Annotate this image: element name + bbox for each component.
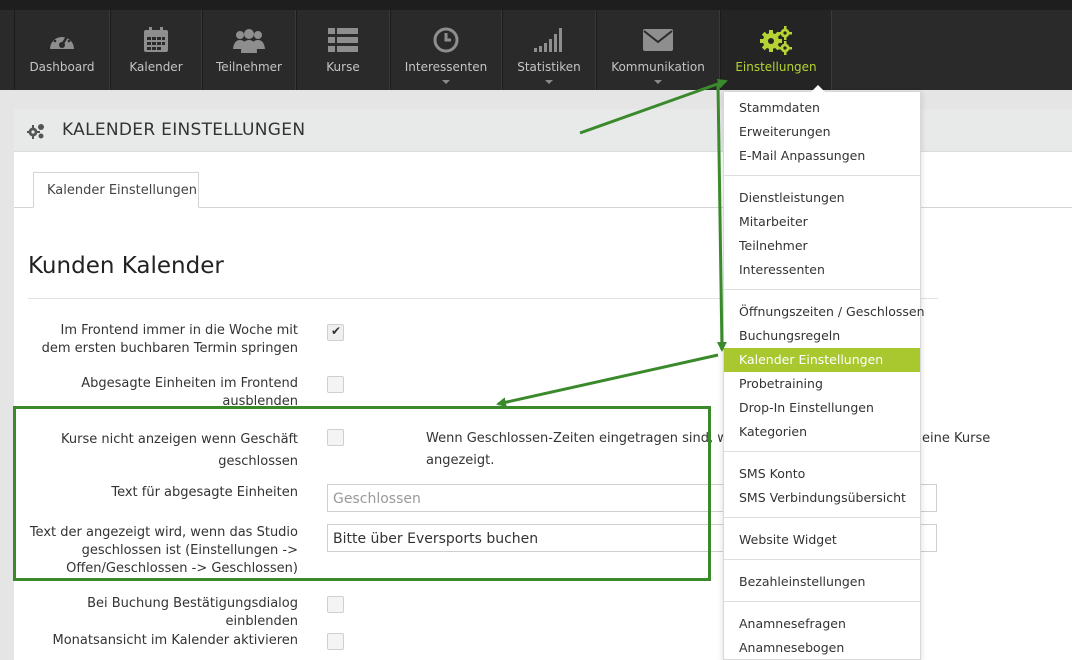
menu-divider (724, 517, 920, 518)
tab-divider (199, 207, 1072, 208)
signal-bars-icon (534, 26, 564, 54)
top-stripe (0, 0, 1072, 10)
envelope-icon (643, 26, 673, 54)
menu-divider (724, 289, 920, 290)
nav-label: Statistiken (517, 60, 581, 74)
users-icon (232, 26, 266, 54)
nav-label: Interessenten (404, 60, 488, 74)
nav-label: Teilnehmer (216, 60, 282, 74)
setting-label: Bei Buchung Bestätigungsdialog einblende… (87, 596, 298, 629)
menu-item-email-anpassungen[interactable]: E-Mail Anpassungen (724, 144, 920, 168)
menu-item-erweiterungen[interactable]: Erweiterungen (724, 120, 920, 144)
menu-item-sms-konto[interactable]: SMS Konto (724, 462, 920, 486)
page-title: KALENDER EINSTELLUNGEN (62, 120, 306, 140)
menu-item-buchungsregeln[interactable]: Buchungsregeln (724, 324, 920, 348)
menu-item-website-widget[interactable]: Website Widget (724, 528, 920, 552)
menu-divider (724, 451, 920, 452)
chevron-down-icon (442, 80, 450, 84)
nav-kurse[interactable]: Kurse (296, 10, 390, 90)
menu-caret (811, 85, 825, 92)
gears-icon (759, 26, 793, 55)
checkbox-hide-cancelled[interactable] (327, 376, 344, 393)
annotation-highlight-box (13, 406, 711, 581)
checkbox-month-view[interactable] (327, 633, 344, 650)
setting-label: Monatsansicht im Kalender aktivieren (52, 633, 298, 648)
checkbox-jump-first-week[interactable] (327, 324, 344, 341)
section-title: Kunden Kalender (28, 253, 224, 279)
nav-statistiken[interactable]: Statistiken (502, 10, 596, 90)
nav-kalender[interactable]: Kalender (110, 10, 202, 90)
list-icon (328, 26, 358, 54)
help-text-tail: eine Kurse (922, 431, 991, 446)
menu-item-anamnesefragen[interactable]: Anamnesefragen (724, 612, 920, 636)
gears-icon (26, 123, 45, 143)
menu-divider (724, 559, 920, 560)
chevron-down-icon (545, 80, 553, 84)
nav-interessenten[interactable]: Interessenten (390, 10, 502, 90)
nav-dashboard[interactable]: Dashboard (14, 10, 110, 90)
menu-item-sms-verbindungen[interactable]: SMS Verbindungsübersicht (724, 486, 920, 510)
nav-einstellungen[interactable]: Einstellungen (720, 10, 832, 90)
menu-divider (724, 175, 920, 176)
nav-label: Dashboard (29, 60, 95, 74)
menu-item-teilnehmer[interactable]: Teilnehmer (724, 234, 920, 258)
einstellungen-dropdown-menu: Stammdaten Erweiterungen E-Mail Anpassun… (723, 85, 925, 660)
dashboard-icon (47, 26, 77, 54)
menu-item-probetraining[interactable]: Probetraining (724, 372, 920, 396)
menu-item-stammdaten[interactable]: Stammdaten (724, 96, 920, 120)
menu-item-mitarbeiter[interactable]: Mitarbeiter (724, 210, 920, 234)
nav-label: Kommunikation (611, 60, 705, 74)
menu-item-kategorien[interactable]: Kategorien (724, 420, 920, 444)
nav-label: Einstellungen (735, 60, 817, 74)
menu-item-bezahleinstellungen[interactable]: Bezahleinstellungen (724, 570, 920, 594)
calendar-icon (142, 26, 170, 54)
clock-icon (433, 26, 459, 54)
nav-teilnehmer[interactable]: Teilnehmer (202, 10, 296, 90)
menu-item-anamnesebogen[interactable]: Anamnesebogen (724, 636, 920, 660)
menu-item-drop-in[interactable]: Drop-In Einstellungen (724, 396, 920, 420)
menu-item-kalender-einstellungen[interactable]: Kalender Einstellungen (724, 348, 920, 372)
nav-label: Kurse (326, 60, 360, 74)
menu-item-interessenten[interactable]: Interessenten (724, 258, 920, 282)
main-nav: Dashboard Kalender Teilnehmer Kurse Inte… (14, 10, 832, 90)
setting-label: Im Frontend immer in die Woche mit dem e… (41, 323, 298, 356)
top-navigation-bar: Dashboard Kalender Teilnehmer Kurse Inte… (0, 0, 1072, 90)
chevron-down-icon (654, 80, 662, 84)
menu-item-oeffnungszeiten[interactable]: Öffnungszeiten / Geschlossen (724, 300, 925, 324)
nav-label: Kalender (129, 60, 183, 74)
menu-item-dienstleistungen[interactable]: Dienstleistungen (724, 186, 920, 210)
checkbox-confirm-dialog[interactable] (327, 596, 344, 613)
menu-divider (724, 601, 920, 602)
nav-kommunikation[interactable]: Kommunikation (596, 10, 720, 90)
tab-divider (14, 207, 33, 208)
tab-kalender-einstellungen[interactable]: Kalender Einstellungen (33, 172, 199, 208)
